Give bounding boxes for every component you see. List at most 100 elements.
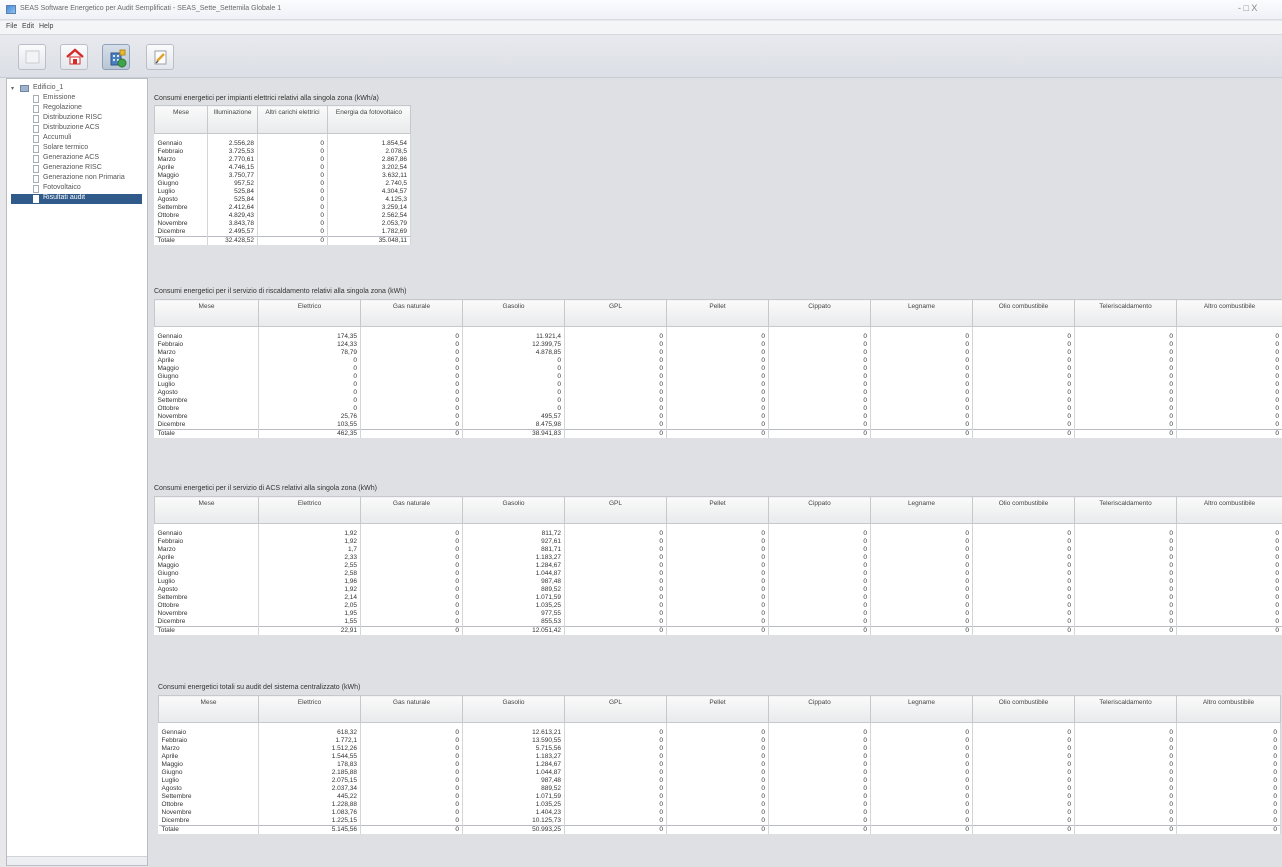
column-header[interactable]: Altro combustibile [1176, 299, 1282, 327]
column-header[interactable]: Gas naturale [360, 496, 463, 524]
value-cell: 0 [1176, 601, 1282, 610]
value-cell: 0 [1176, 545, 1282, 554]
blank-tool-button[interactable] [18, 44, 46, 70]
column-header[interactable]: Olio combustibile [972, 695, 1075, 723]
month-cell: Aprile [154, 163, 208, 172]
value-cell: 0 [870, 593, 973, 602]
column-header[interactable]: Gas naturale [360, 695, 463, 723]
table-row: Aprile 4.746,15 0 3.202,54 [154, 163, 411, 172]
column-header[interactable]: Olio combustibile [972, 496, 1075, 524]
menu-help[interactable]: Help [39, 23, 53, 30]
column-header[interactable]: GPL [564, 695, 667, 723]
column-header[interactable]: Cippato [768, 496, 871, 524]
expand-icon[interactable]: ▾ [11, 85, 14, 92]
sidebar-horizontal-scrollbar[interactable] [7, 856, 147, 865]
value-cell: 0 [768, 420, 871, 429]
value-cell: 0 [1074, 800, 1177, 809]
value-cell: 0 [666, 768, 769, 777]
menu-edit[interactable]: Edit [22, 23, 34, 30]
column-header[interactable]: Illuminazione [207, 105, 258, 134]
column-header[interactable]: GPL [564, 299, 667, 327]
value-cell: 10.125,73 [462, 816, 565, 825]
column-header[interactable]: Elettrico [258, 695, 361, 723]
sidebar-item[interactable]: Generazione ACS [33, 154, 147, 164]
month-cell: Luglio [154, 187, 208, 196]
value-cell: 0 [1176, 625, 1282, 635]
value-cell: 0 [768, 824, 871, 834]
month-cell: Gennaio [154, 332, 259, 341]
sidebar-item[interactable]: Solare termico [33, 144, 147, 154]
home-button[interactable] [60, 44, 88, 70]
column-header[interactable]: Legname [870, 496, 973, 524]
column-header[interactable]: Mese [154, 496, 259, 524]
column-header[interactable]: Altro combustibile [1176, 496, 1282, 524]
table-row: Maggio 2,55 0 1.284,67 0 0 0 0 0 0 0 [154, 561, 1282, 570]
column-header[interactable]: Energia da fotovoltaico [327, 105, 411, 134]
column-header[interactable]: Cippato [768, 695, 871, 723]
menu-file[interactable]: File [6, 23, 17, 30]
column-header[interactable]: GPL [564, 496, 667, 524]
value-cell: 881,71 [462, 545, 565, 554]
column-header[interactable]: Mese [154, 105, 208, 134]
month-cell: Dicembre [154, 227, 208, 236]
column-header[interactable]: Mese [158, 695, 259, 723]
column-header[interactable]: Teleriscaldamento [1074, 299, 1177, 327]
window-controls[interactable]: - □ X [1238, 3, 1257, 15]
table-row: Marzo 78,79 0 4.878,85 0 0 0 0 0 0 0 [154, 348, 1282, 357]
value-cell: 0 [1176, 332, 1282, 341]
column-header[interactable]: Mese [154, 299, 259, 327]
sidebar-item[interactable]: Generazione RISC [33, 164, 147, 174]
value-cell: 22,91 [258, 625, 361, 635]
month-cell: Maggio [158, 760, 259, 769]
value-cell: 0 [768, 569, 871, 578]
column-header[interactable]: Elettrico [258, 299, 361, 327]
value-cell: 0 [564, 808, 667, 817]
value-cell: 0 [666, 561, 769, 570]
value-cell: 0 [972, 364, 1075, 373]
sidebar-item[interactable]: Emissione [33, 94, 147, 104]
sidebar-item[interactable]: Fotovoltaico [33, 184, 147, 194]
column-header[interactable]: Teleriscaldamento [1074, 496, 1177, 524]
value-cell: 0 [972, 816, 1075, 825]
sidebar-item-label: Accumuli [43, 134, 72, 141]
sidebar-item[interactable]: Generazione non Primaria [33, 174, 147, 184]
sidebar-item[interactable]: Regolazione [33, 104, 147, 114]
column-header[interactable]: Olio combustibile [972, 299, 1075, 327]
column-header[interactable]: Pellet [666, 695, 769, 723]
building-button[interactable] [102, 44, 130, 70]
table-row: Marzo 1.512,26 0 5.715,56 0 0 0 0 0 0 0 [158, 744, 1281, 753]
sidebar-item[interactable]: Accumuli [33, 134, 147, 144]
column-header[interactable]: Gasolio [462, 695, 565, 723]
sidebar-item[interactable]: Distribuzione ACS [33, 124, 147, 134]
column-header[interactable]: Pellet [666, 299, 769, 327]
value-cell: 0 [360, 609, 463, 618]
value-cell: 0 [360, 577, 463, 586]
column-header[interactable]: Legname [870, 299, 973, 327]
month-cell: Totale [154, 625, 259, 635]
value-cell: 5.715,56 [462, 744, 565, 753]
column-header[interactable]: Altri carichi elettrici [257, 105, 328, 134]
value-cell: 0 [1176, 412, 1282, 421]
month-cell: Dicembre [154, 420, 259, 429]
month-cell: Totale [154, 428, 259, 438]
column-header[interactable]: Gasolio [462, 299, 565, 327]
value-cell: 0 [666, 625, 769, 635]
sidebar-item[interactable]: Risultati audit [11, 194, 142, 204]
column-header[interactable]: Elettrico [258, 496, 361, 524]
column-header[interactable]: Pellet [666, 496, 769, 524]
column-header[interactable]: Gasolio [462, 496, 565, 524]
value-cell: 0 [870, 609, 973, 618]
edit-document-button[interactable] [146, 44, 174, 70]
sidebar-item-label: Distribuzione RISC [43, 114, 103, 121]
month-cell: Agosto [154, 388, 259, 397]
column-header[interactable]: Legname [870, 695, 973, 723]
column-header[interactable]: Teleriscaldamento [1074, 695, 1177, 723]
value-cell: 0 [666, 617, 769, 626]
column-header[interactable]: Gas naturale [360, 299, 463, 327]
value-cell: 0 [360, 529, 463, 538]
column-header[interactable]: Cippato [768, 299, 871, 327]
column-header[interactable]: Altro combustibile [1176, 695, 1281, 723]
sidebar-item[interactable]: Distribuzione RISC [33, 114, 147, 124]
value-cell: 0 [360, 396, 463, 405]
document-icon [33, 175, 39, 183]
